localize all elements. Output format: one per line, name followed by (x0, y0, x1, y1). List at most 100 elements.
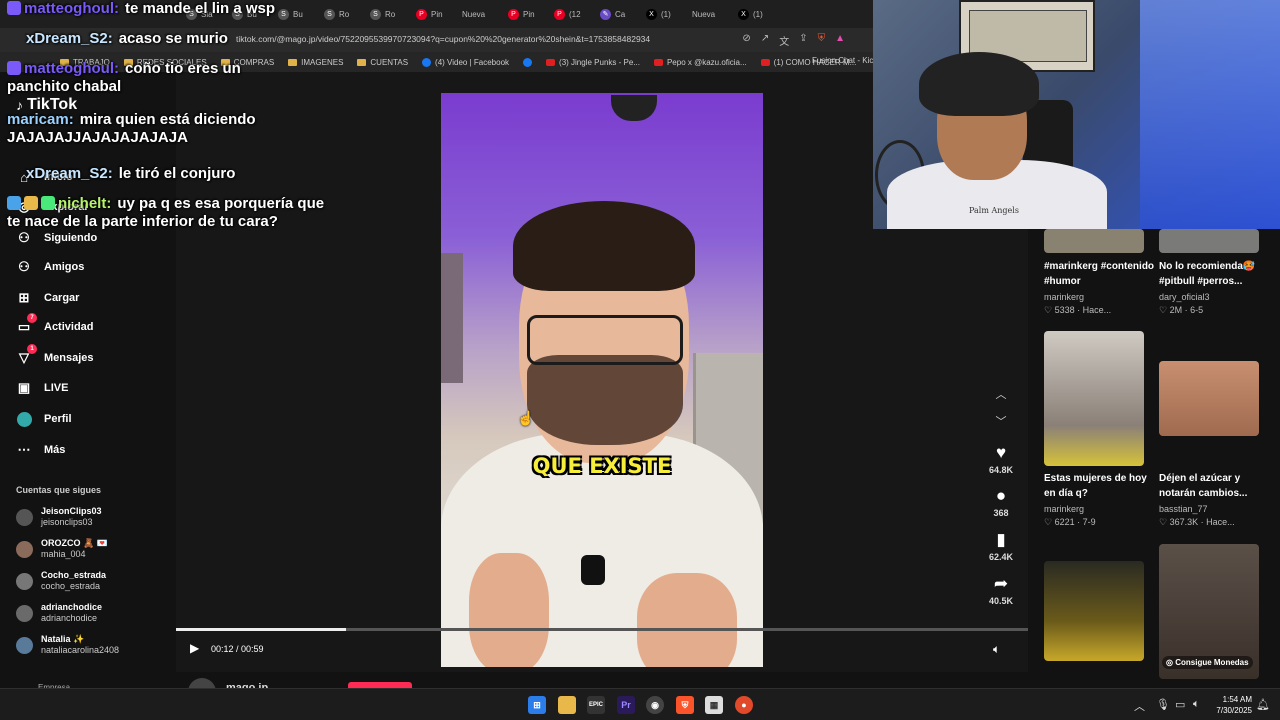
youtube-icon (653, 58, 663, 66)
browser-tab[interactable]: X (1) (640, 2, 684, 26)
obs-icon[interactable]: ◉ (646, 696, 664, 714)
like-button[interactable]: ♥ 64.8K (984, 443, 1018, 475)
nav-item-amigos[interactable]: ⚇ Amigos (16, 256, 166, 278)
nav-item-cargar[interactable]: ⊞ Cargar (16, 287, 166, 309)
nav-item-perfil[interactable]: Perfil (16, 408, 166, 430)
notification-bell-icon[interactable]: 🔔︎ (1256, 698, 1270, 711)
address-bar[interactable]: tiktok.com/@mago.jp/video/75220955399707… (0, 28, 873, 52)
bookmark-link[interactable]: Fusion Chat - Kic (812, 56, 873, 65)
tab-favicon-icon: S (370, 8, 381, 20)
recommendation-author[interactable]: basstian_77 (1159, 504, 1208, 514)
recommendation-author[interactable]: dary_oficial3 (1159, 292, 1210, 302)
video-thumbnail[interactable] (1044, 331, 1144, 466)
tray-chevron-icon[interactable]: ︿ (1134, 698, 1145, 714)
nav-item-actividad[interactable]: ▭ 7 Actividad (16, 313, 166, 338)
open-external-icon[interactable]: ↗ (761, 33, 769, 48)
nav-item-explorar[interactable]: ◎ Explorar (16, 196, 166, 218)
translate-icon[interactable]: 文 (779, 33, 789, 48)
bookmark-folder[interactable]: REDES SOCIALES (123, 58, 207, 67)
tab-favicon-icon: S (324, 8, 335, 20)
video-progress-bar[interactable] (176, 628, 1028, 631)
followed-account[interactable]: Natalia ✨ nataliacarolina2408 (16, 632, 166, 658)
video-thumbnail[interactable] (1159, 361, 1259, 436)
nav-item-mensajes[interactable]: ▽ 1 Mensajes (16, 344, 166, 369)
browser-tab[interactable]: S Ro (318, 2, 362, 26)
comment-button[interactable]: ● 368 (984, 486, 1018, 518)
recommendation-title[interactable]: Déjen el azúcar y notarán cambios... (1159, 471, 1271, 501)
followed-account[interactable]: JeisonClips03 jeisonclips03 (16, 504, 166, 530)
browser-tab[interactable]: Nueva (686, 2, 730, 26)
recommendation-author[interactable]: marinkerg (1044, 292, 1084, 302)
microphone-icon[interactable]: 🎙︎ (1156, 698, 1170, 711)
recommendation-title[interactable]: #marinkerg #contenido #humor (1044, 259, 1156, 289)
bookmark-folder[interactable]: TRABAJO (60, 58, 110, 67)
streamer-webcam: Palm Angels (873, 0, 1280, 229)
browser-tab[interactable]: ✎ Ca (594, 2, 638, 26)
recommendation-author[interactable]: marinkerg (1044, 504, 1084, 514)
next-video-button[interactable]: ﹀ (992, 413, 1010, 429)
nav-item-inicio[interactable]: ⌂ Inicio (16, 166, 166, 188)
browser-tab[interactable]: P Pin (502, 2, 546, 26)
home-icon: ⌂ (20, 169, 28, 185)
share-icon[interactable]: ⇪ (799, 33, 807, 48)
get-coins-button[interactable]: ◎ Consigue Monedas (1162, 656, 1253, 669)
followed-account[interactable]: adrianchodice adrianchodice (16, 600, 166, 626)
store-icon[interactable]: ▦ (705, 696, 723, 714)
app-icon[interactable]: ● (735, 696, 753, 714)
browser-tab[interactable]: S Bu (272, 2, 316, 26)
hand-cursor-icon: ☝ (517, 410, 535, 426)
bookmark-folder[interactable]: IMAGENES (288, 58, 343, 67)
video-thumbnail[interactable] (1159, 229, 1259, 253)
pinterest-icon: P (508, 8, 519, 20)
start-icon[interactable]: ⊞ (528, 696, 546, 714)
speaker-icon[interactable]: 🔈︎ (1193, 698, 1200, 711)
browser-tab[interactable]: S Bu (226, 2, 270, 26)
system-clock[interactable]: 1:54 AM 7/30/2025 (1212, 694, 1252, 716)
epic-games-icon[interactable]: EPIC (587, 696, 605, 714)
previous-video-button[interactable]: ︿ (992, 386, 1010, 402)
video-author-bar: mago.jp (176, 672, 1028, 706)
brave-shield-icon[interactable]: ⛨ (818, 33, 826, 48)
tiktok-logo[interactable]: ♪ TikTok (16, 96, 77, 114)
nav-item-live[interactable]: ▣ LIVE (16, 377, 166, 399)
bookmark-link[interactable]: Pepo x @kazu.oficia... (653, 58, 747, 67)
nav-item-mas[interactable]: ⋯ Más (16, 439, 166, 461)
comment-count: 368 (993, 508, 1009, 518)
avatar (16, 604, 33, 622)
hide-icon[interactable]: ⊘ (742, 33, 750, 48)
browser-tab[interactable]: S Ro (364, 2, 408, 26)
premiere-pro-icon[interactable]: Pr (617, 696, 635, 714)
facebook-icon (523, 57, 533, 67)
browser-tab[interactable]: Nueva (456, 2, 500, 26)
video-thumbnail[interactable] (1044, 561, 1144, 661)
followed-account[interactable]: OROZCO 🧸 💌 mahia_004 (16, 536, 166, 562)
live-icon: ▣ (17, 380, 31, 395)
share-button[interactable]: ➦ 40.5K (984, 574, 1018, 606)
following-section-title: Cuentas que sigues (16, 485, 102, 495)
bookmark-link[interactable]: (4) Video | Facebook (422, 57, 509, 67)
network-icon[interactable]: ▭ (1175, 698, 1185, 711)
browser-tab[interactable]: P Pin (410, 2, 454, 26)
followed-account[interactable]: Cocho_estrada cocho_estrada (16, 568, 166, 594)
browser-tab-bar: S Sla S Bu S Bu S Ro S Ro P Pin Nueva P Pin P (1… (0, 0, 873, 28)
url-text[interactable]: tiktok.com/@mago.jp/video/75220955399707… (236, 34, 650, 44)
browser-tab[interactable]: S Sla (180, 2, 224, 26)
video-thumbnail[interactable] (1044, 229, 1144, 253)
video-player[interactable] (441, 93, 763, 667)
play-icon[interactable]: ▶ (190, 641, 199, 655)
brave-browser-icon[interactable]: ⛨ (676, 696, 694, 714)
bookmark-link[interactable]: (3) Jingle Punks - Pe... (546, 58, 640, 67)
bookmark-link[interactable] (523, 57, 533, 67)
recommendation-title[interactable]: No lo recomienda🥵 #pitbull #perros... (1159, 259, 1271, 289)
volume-icon[interactable]: 🔈︎ (993, 642, 1000, 657)
bookmark-folder[interactable]: CUENTAS (357, 58, 408, 67)
browser-tab[interactable]: P (12 (548, 2, 592, 26)
brave-rewards-icon[interactable]: ▲ (835, 33, 845, 48)
heart-icon: ♥ (995, 443, 1007, 462)
browser-tab[interactable]: X (1) (732, 2, 776, 26)
file-explorer-icon[interactable] (558, 696, 576, 714)
nav-item-siguiendo[interactable]: ⚇ Siguiendo (16, 227, 166, 249)
recommendation-title[interactable]: Estas mujeres de hoy en día q? (1044, 471, 1156, 501)
bookmark-button[interactable]: ▮ 62.4K (984, 530, 1018, 562)
bookmark-folder[interactable]: COMPRAS (220, 58, 274, 67)
